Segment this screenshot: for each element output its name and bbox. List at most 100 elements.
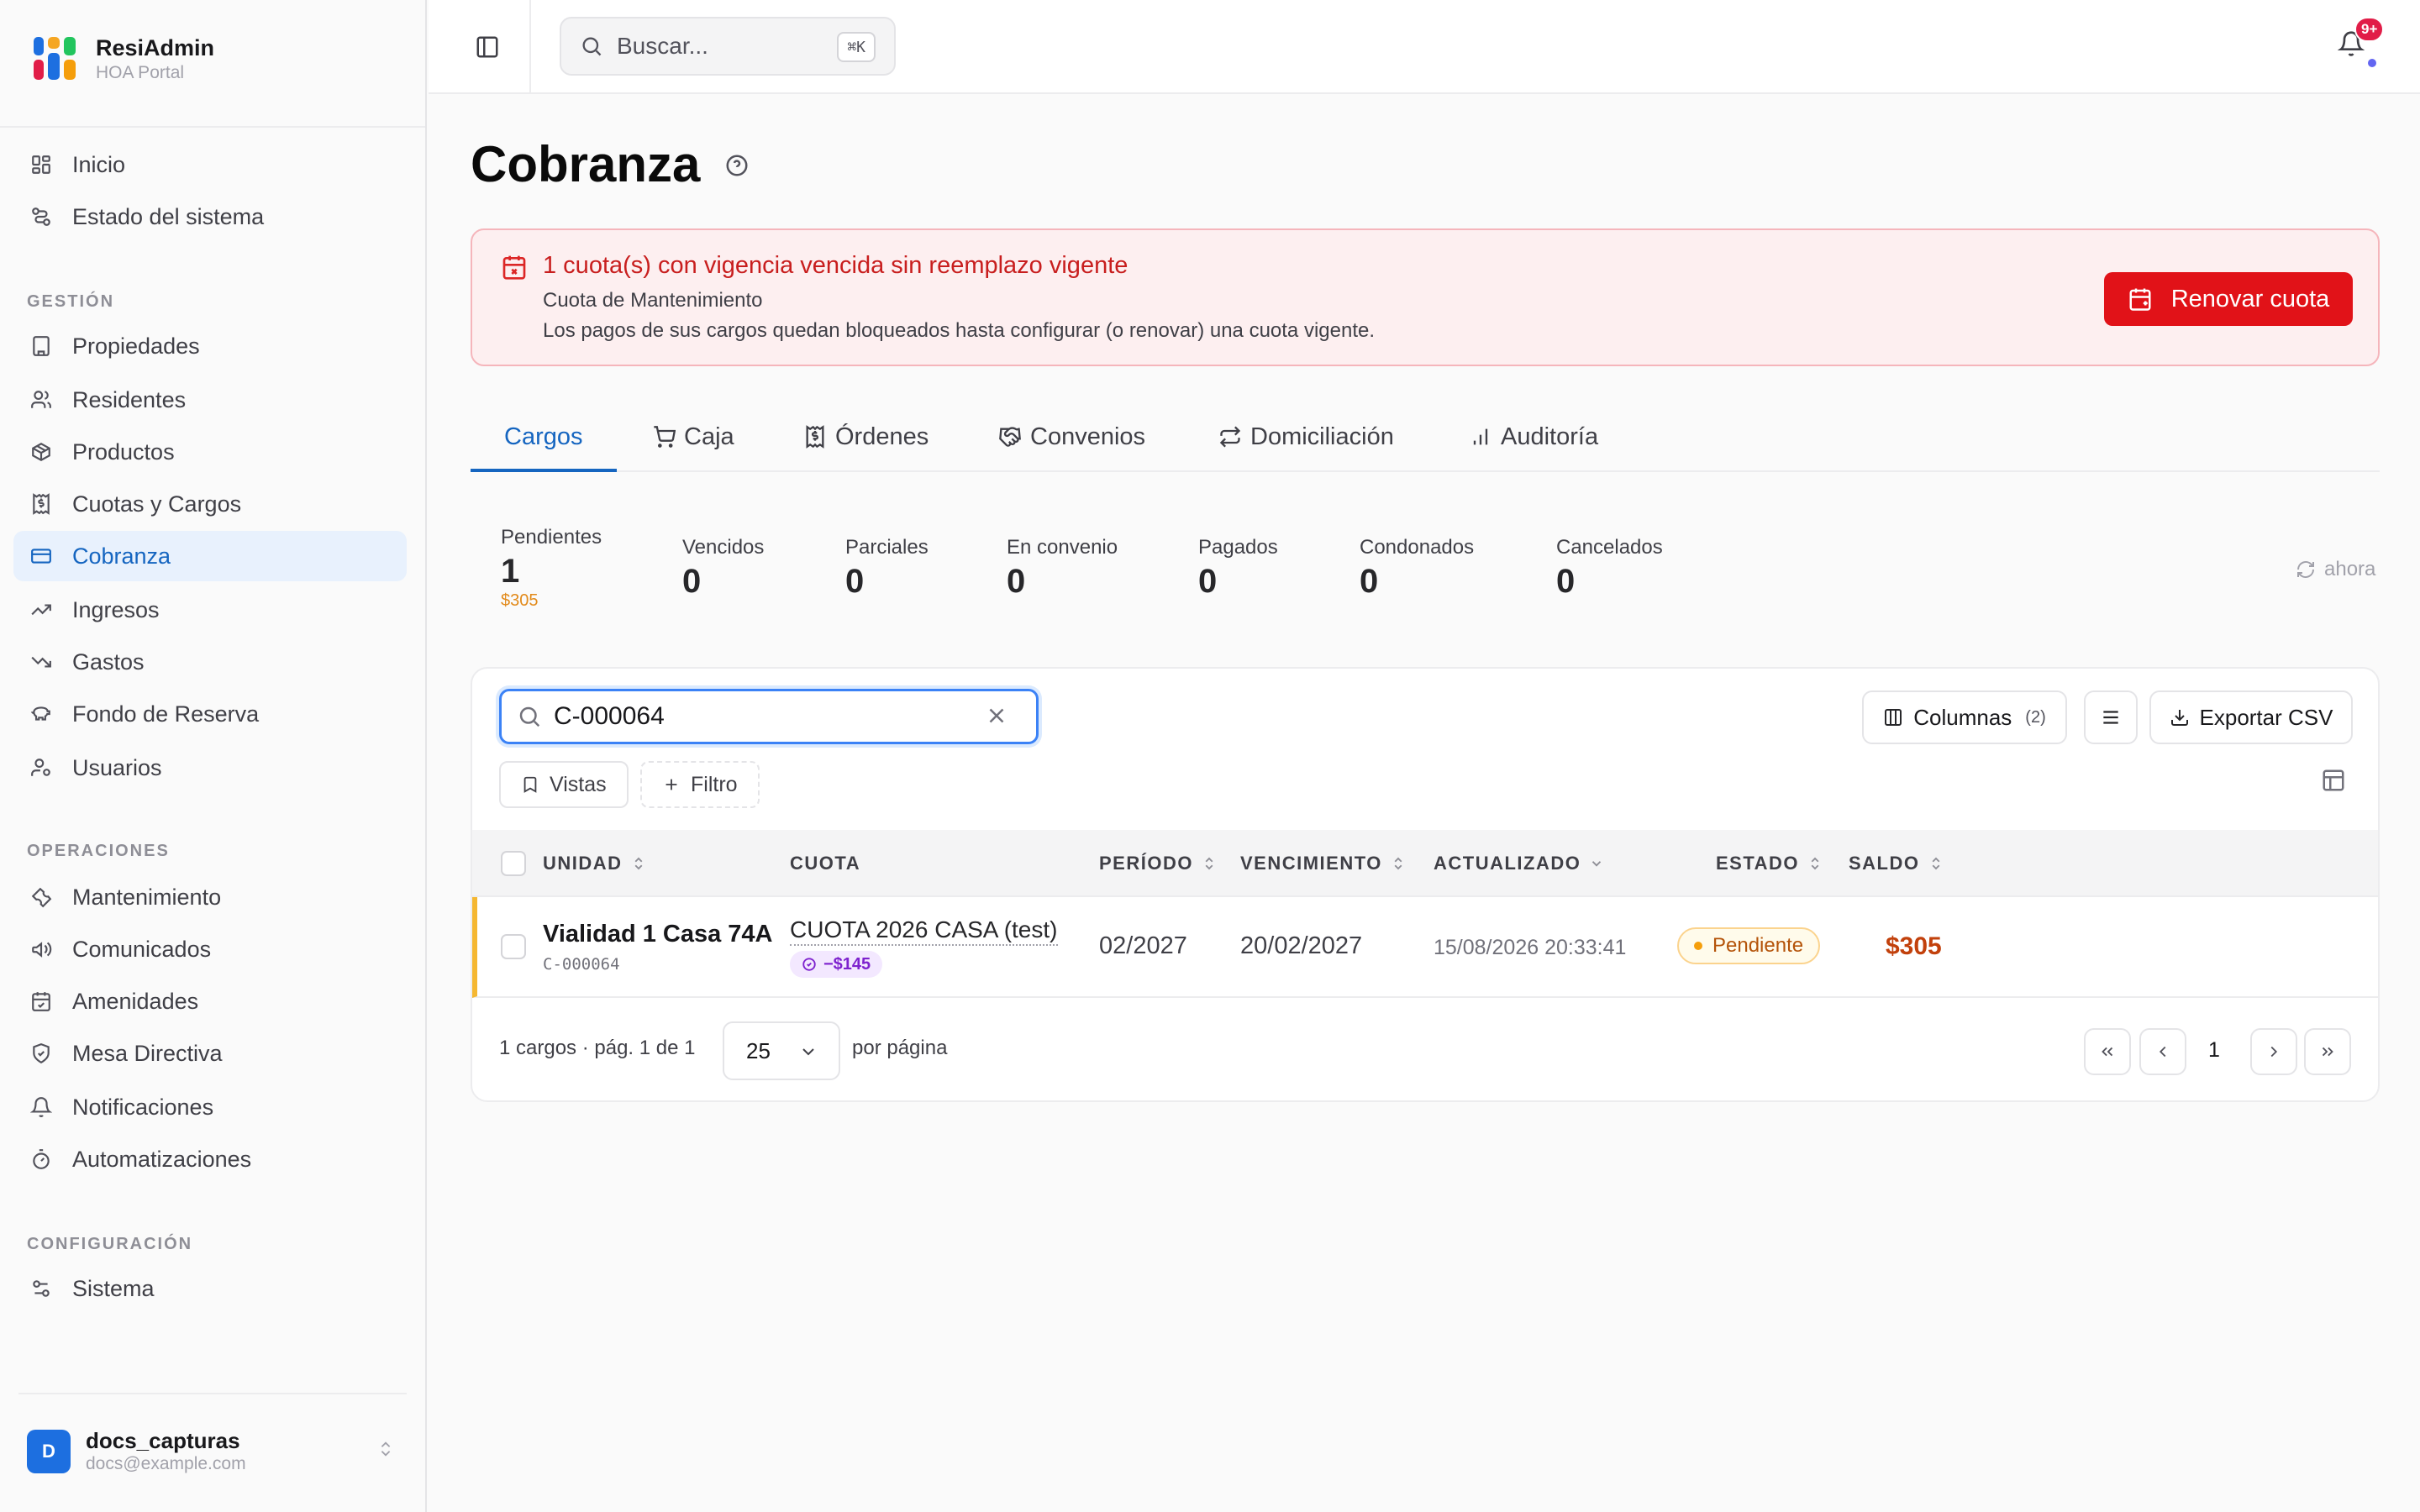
status-label: Pendiente xyxy=(1712,934,1804,957)
column-header-saldo[interactable]: SALDO xyxy=(1849,830,1944,897)
sidebar-item-label: Notificaciones xyxy=(72,1094,214,1120)
prev-page-button[interactable] xyxy=(2139,1028,2186,1075)
sidebar-item-residentes[interactable]: Residentes xyxy=(13,375,407,425)
sidebar-item-label: Residentes xyxy=(72,386,187,412)
sidebar-item-estado-sistema[interactable]: Estado del sistema xyxy=(13,192,407,242)
sidebar-item-amenidades[interactable]: Amenidades xyxy=(13,976,407,1026)
piggy-bank-icon xyxy=(29,701,54,727)
refresh-icon xyxy=(2296,559,2316,580)
column-header-estado[interactable]: ESTADO xyxy=(1716,830,1823,897)
column-header-unidad[interactable]: UNIDAD xyxy=(543,830,646,897)
stat-label: Parciales xyxy=(845,536,929,559)
tab-cargos[interactable]: Cargos xyxy=(471,403,617,472)
views-button[interactable]: Vistas xyxy=(499,761,629,808)
sidebar-item-productos[interactable]: Productos xyxy=(13,427,407,477)
last-page-button[interactable] xyxy=(2304,1028,2351,1075)
page-size-select[interactable]: 25 xyxy=(723,1021,840,1080)
stat-pendientes[interactable]: Pendientes 1 $305 xyxy=(501,524,602,610)
clear-icon[interactable] xyxy=(984,703,1009,728)
column-header-cuota[interactable]: CUOTA xyxy=(790,830,860,897)
status-badge: Pendiente xyxy=(1677,927,1821,964)
stat-parciales[interactable]: Parciales 0 xyxy=(845,534,929,601)
stat-amount: $305 xyxy=(501,591,539,610)
expired-fee-alert: 1 cuota(s) con vigencia vencida sin reem… xyxy=(471,228,2380,366)
stat-value: 0 xyxy=(682,563,702,600)
tab-auditoria[interactable]: Auditoría xyxy=(1469,403,1598,470)
export-csv-button[interactable]: Exportar CSV xyxy=(2149,690,2353,744)
sidebar: ResiAdmin HOA Portal Inicio Estado del s… xyxy=(0,0,427,1512)
sort-desc-icon xyxy=(1589,856,1604,871)
sidebar-item-label: Amenidades xyxy=(72,988,199,1014)
shield-icon xyxy=(29,1041,54,1066)
first-page-button[interactable] xyxy=(2084,1028,2131,1075)
tab-domiciliacion[interactable]: Domiciliación xyxy=(1218,403,1394,470)
sidebar-item-ingresos[interactable]: Ingresos xyxy=(13,585,407,635)
table-row[interactable]: Vialidad 1 Casa 74A C-000064 CUOTA 2026 … xyxy=(472,897,2378,998)
global-search[interactable]: Buscar... ⌘K xyxy=(560,17,896,76)
help-circle-icon[interactable] xyxy=(724,153,750,178)
credit-card-icon xyxy=(29,543,54,569)
sidebar-item-sistema[interactable]: Sistema xyxy=(13,1263,407,1314)
brand[interactable]: ResiAdmin HOA Portal xyxy=(32,34,214,84)
brand-subtitle: HOA Portal xyxy=(96,63,185,82)
tab-caja[interactable]: Caja xyxy=(652,403,734,470)
sidebar-item-cuotas-cargos[interactable]: Cuotas y Cargos xyxy=(13,479,407,529)
sidebar-item-gastos[interactable]: Gastos xyxy=(13,637,407,687)
columns-button[interactable]: Columnas (2) xyxy=(1862,690,2067,744)
sort-icon xyxy=(1928,856,1944,871)
column-header-vencimiento[interactable]: VENCIMIENTO xyxy=(1240,830,1406,897)
refresh-button[interactable]: ahora xyxy=(2296,558,2375,581)
sidebar-item-comunicados[interactable]: Comunicados xyxy=(13,924,407,974)
user-email: docs@example.com xyxy=(86,1454,246,1473)
search-icon xyxy=(517,704,542,729)
building-icon xyxy=(29,333,54,359)
divider xyxy=(18,1393,407,1394)
column-header-actualizado[interactable]: ACTUALIZADO xyxy=(1434,830,1604,897)
sidebar-item-mantenimiento[interactable]: Mantenimiento xyxy=(13,872,407,922)
layout-panel-icon[interactable] xyxy=(2321,768,2346,793)
handshake-icon xyxy=(998,425,1022,449)
wrench-icon xyxy=(29,885,54,910)
sidebar-item-label: Productos xyxy=(72,438,175,465)
user-menu[interactable]: D docs_capturas docs@example.com xyxy=(27,1428,405,1475)
column-header-periodo[interactable]: PERÍODO xyxy=(1099,830,1217,897)
fee-link[interactable]: CUOTA 2026 CASA (test) xyxy=(790,916,1058,946)
sidebar-item-label: Usuarios xyxy=(72,754,162,780)
stat-cancelados[interactable]: Cancelados 0 xyxy=(1556,534,1663,601)
sidebar-item-usuarios[interactable]: Usuarios xyxy=(13,743,407,793)
package-icon xyxy=(29,439,54,465)
column-label: UNIDAD xyxy=(543,853,623,874)
sidebar-item-cobranza[interactable]: Cobranza xyxy=(13,531,407,581)
sidebar-toggle-icon[interactable] xyxy=(471,30,504,64)
shortcut-hint: ⌘K xyxy=(837,32,876,62)
megaphone-icon xyxy=(29,937,54,962)
cart-icon xyxy=(652,425,676,449)
density-button[interactable] xyxy=(2084,690,2138,744)
stat-pagados[interactable]: Pagados 0 xyxy=(1198,534,1278,601)
row-checkbox[interactable] xyxy=(501,934,526,959)
tab-ordenes[interactable]: Órdenes xyxy=(803,403,929,470)
pagination-summary: 1 cargos · pág. 1 de 1 xyxy=(499,1037,696,1059)
sidebar-item-inicio[interactable]: Inicio xyxy=(13,139,407,190)
stat-vencidos[interactable]: Vencidos 0 xyxy=(682,534,764,601)
stat-value: 1 xyxy=(501,553,520,590)
next-page-button[interactable] xyxy=(2250,1028,2297,1075)
brand-name: ResiAdmin xyxy=(96,35,215,60)
charges-table-card: C-000064 Columnas (2) Exportar CSV Vista… xyxy=(471,667,2380,1102)
stat-en-convenio[interactable]: En convenio 0 xyxy=(1007,534,1118,601)
renew-fee-button[interactable]: Renovar cuota xyxy=(2104,272,2353,326)
select-all-checkbox[interactable] xyxy=(501,830,526,897)
add-filter-button[interactable]: Filtro xyxy=(640,761,760,808)
tab-convenios[interactable]: Convenios xyxy=(998,403,1145,470)
sidebar-item-propiedades[interactable]: Propiedades xyxy=(13,321,407,371)
cell-cuota: CUOTA 2026 CASA (test) −$145 xyxy=(790,916,1058,978)
stat-condonados[interactable]: Condonados 0 xyxy=(1360,534,1474,601)
sidebar-item-notificaciones[interactable]: Notificaciones xyxy=(13,1082,407,1132)
table-search-input[interactable]: C-000064 xyxy=(499,689,1039,744)
stat-value: 0 xyxy=(845,563,865,600)
sidebar-item-fondo-reserva[interactable]: Fondo de Reserva xyxy=(13,689,407,739)
current-page[interactable]: 1 xyxy=(2208,1038,2220,1063)
sidebar-item-automatizaciones[interactable]: Automatizaciones xyxy=(13,1134,407,1184)
sidebar-item-label: Comunicados xyxy=(72,936,212,962)
sidebar-item-mesa-directiva[interactable]: Mesa Directiva xyxy=(13,1028,407,1079)
